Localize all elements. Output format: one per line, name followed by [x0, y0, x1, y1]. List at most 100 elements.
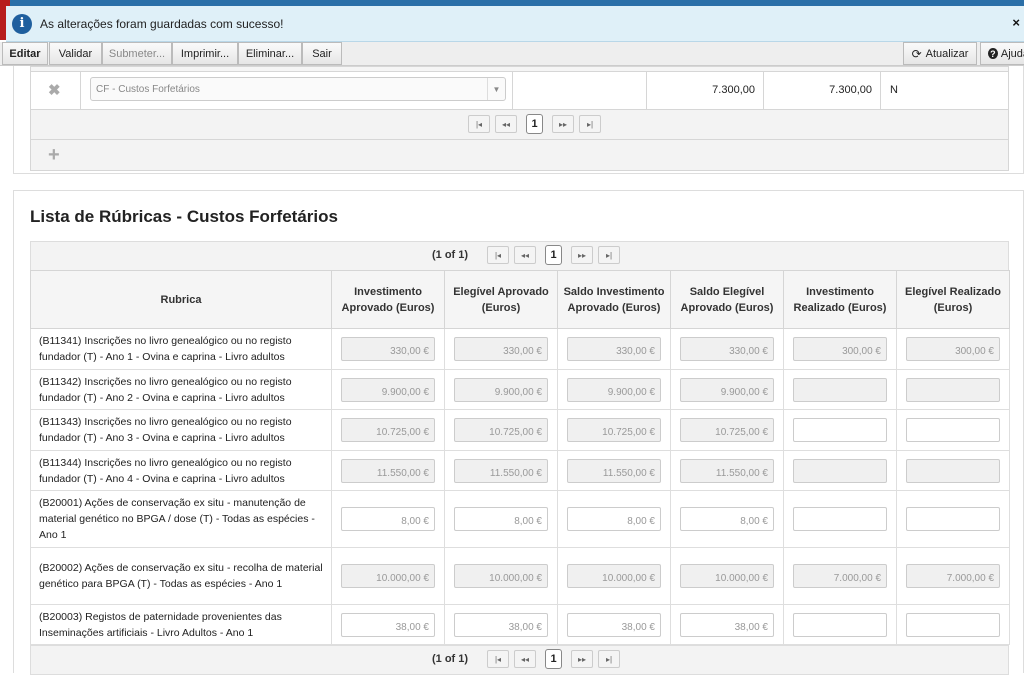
investimento-realizado-field[interactable]: [793, 458, 887, 483]
saldo-investimento-field: 9.900,00 €: [567, 377, 661, 402]
refresh-button[interactable]: ⟳ Atualizar: [903, 42, 977, 65]
last-page-button[interactable]: ▸|: [598, 246, 620, 264]
submit-button[interactable]: Submeter...: [102, 42, 172, 65]
first-page-button[interactable]: |◂: [468, 115, 490, 133]
column-header-elegivel-aprovado[interactable]: Elegível Aprovado (Euros): [444, 270, 558, 329]
rubrica-cell: (B20001) Ações de conservação ex situ - …: [30, 490, 332, 548]
help-label: Ajuda: [1000, 47, 1024, 60]
help-button[interactable]: ? Ajuda: [980, 42, 1024, 65]
first-page-button[interactable]: |◂: [487, 246, 509, 264]
current-page[interactable]: 1: [545, 245, 562, 265]
edit-button[interactable]: Editar: [2, 42, 48, 65]
saldo-investimento-field: 10.000,00 €: [567, 564, 661, 588]
add-icon[interactable]: +: [48, 144, 60, 167]
column-header-saldo-investimento[interactable]: Saldo Investimento Aprovado (Euros): [557, 270, 671, 329]
previous-page-button[interactable]: ◂◂: [495, 115, 517, 133]
investimento-aprovado-field: 330,00 €: [341, 337, 435, 361]
delete-row-icon[interactable]: ✖: [48, 81, 61, 99]
rubrica-cell: (B11343) Inscrições no livro genealógico…: [30, 409, 332, 451]
table-cell: [512, 71, 647, 110]
cost-type-select[interactable]: CF - Custos Forfetários ▼: [90, 77, 506, 101]
chevron-down-icon: ▼: [487, 78, 505, 100]
current-page[interactable]: 1: [545, 649, 562, 669]
current-page[interactable]: 1: [526, 114, 543, 134]
elegivel-realizado-field[interactable]: [906, 507, 1000, 531]
elegivel-realizado-field[interactable]: [906, 377, 1000, 402]
column-header-saldo-elegivel[interactable]: Saldo Elegível Aprovado (Euros): [670, 270, 784, 329]
table-row: (B20003) Registos de paternidade proveni…: [30, 604, 1010, 645]
investimento-realizado-field[interactable]: [793, 377, 887, 402]
notification-message: As alterações foram guardadas com sucess…: [40, 16, 284, 31]
first-page-button[interactable]: |◂: [487, 650, 509, 668]
refresh-label: Atualizar: [925, 47, 969, 60]
cost-type-select-value: CF - Custos Forfetários: [96, 84, 200, 95]
table-row: (B11342) Inscrições no livro genealógico…: [30, 369, 1010, 410]
next-page-button[interactable]: ▸▸: [571, 246, 593, 264]
previous-page-button[interactable]: ◂◂: [514, 650, 536, 668]
last-page-button[interactable]: ▸|: [598, 650, 620, 668]
elegivel-aprovado-field: 9.900,00 €: [454, 377, 548, 402]
print-button[interactable]: Imprimir...: [172, 42, 238, 65]
flag-value: N: [880, 71, 1009, 110]
refresh-icon: ⟳: [911, 46, 922, 61]
page-indicator: (1 of 1): [432, 249, 469, 261]
elegivel-aprovado-field: 38,00 €: [454, 612, 548, 637]
table-row: (B11341) Inscrições no livro genealógico…: [30, 328, 1010, 370]
rubrica-cell: (B20003) Registos de paternidade proveni…: [30, 604, 332, 645]
last-page-button[interactable]: ▸|: [579, 115, 601, 133]
investimento-realizado-field[interactable]: 7.000,00 €: [793, 564, 887, 588]
success-notification: i As alterações foram guardadas com suce…: [6, 6, 1024, 42]
elegivel-realizado-field[interactable]: [906, 418, 1000, 442]
saldo-investimento-field: 11.550,00 €: [567, 458, 661, 483]
saldo-investimento-field: 10.725,00 €: [567, 418, 661, 442]
investimento-aprovado-field: 11.550,00 €: [341, 458, 435, 483]
investimento-realizado-field[interactable]: 300,00 €: [793, 337, 887, 361]
previous-page-button[interactable]: ◂◂: [514, 246, 536, 264]
help-icon: ?: [988, 48, 998, 59]
rubrica-cell: (B11342) Inscrições no livro genealógico…: [30, 369, 332, 410]
column-header-rubrica[interactable]: Rubrica: [30, 270, 332, 329]
column-header-investimento-realizado[interactable]: Investimento Realizado (Euros): [783, 270, 897, 329]
table-row: (B11343) Inscrições no livro genealógico…: [30, 409, 1010, 451]
table-row: (B20002) Ações de conservação ex situ - …: [30, 547, 1010, 605]
rubricas-table: Rubrica Investimento Aprovado (Euros) El…: [30, 270, 1010, 645]
approved-value: 7.300,00: [646, 71, 764, 110]
close-notification-button[interactable]: ×: [1012, 15, 1020, 30]
elegivel-aprovado-field: 10.725,00 €: [454, 418, 548, 442]
exit-button[interactable]: Sair: [302, 42, 342, 65]
elegivel-realizado-field[interactable]: 7.000,00 €: [906, 564, 1000, 588]
next-page-button[interactable]: ▸▸: [552, 115, 574, 133]
elegivel-realizado-field[interactable]: 300,00 €: [906, 337, 1000, 361]
validate-button[interactable]: Validar: [49, 42, 102, 65]
investimento-realizado-field[interactable]: [793, 418, 887, 442]
section-title: Lista de Rúbricas - Custos Forfetários: [30, 207, 338, 226]
saldo-elegivel-field: 10.725,00 €: [680, 418, 774, 442]
rubrica-cell: (B11344) Inscrições no livro genealógico…: [30, 450, 332, 491]
investimento-realizado-field[interactable]: [793, 612, 887, 637]
investimento-aprovado-field: 8,00 €: [341, 507, 435, 531]
saldo-investimento-field: 330,00 €: [567, 337, 661, 361]
investimento-aprovado-field: 38,00 €: [341, 612, 435, 637]
column-header-investimento-aprovado[interactable]: Investimento Aprovado (Euros): [331, 270, 445, 329]
saldo-investimento-field: 8,00 €: [567, 507, 661, 531]
add-row-bar: [30, 139, 1009, 171]
table-header-row: Rubrica Investimento Aprovado (Euros) El…: [30, 270, 1010, 329]
toolbar: Editar Validar Submeter... Imprimir... E…: [0, 42, 1024, 66]
investimento-realizado-field[interactable]: [793, 507, 887, 531]
info-icon: i: [12, 13, 32, 34]
saldo-elegivel-field: 9.900,00 €: [680, 377, 774, 402]
table-row: (B11344) Inscrições no livro genealógico…: [30, 450, 1010, 491]
delete-button[interactable]: Eliminar...: [238, 42, 302, 65]
investimento-aprovado-field: 9.900,00 €: [341, 377, 435, 402]
elegivel-aprovado-field: 8,00 €: [454, 507, 548, 531]
saldo-elegivel-field: 8,00 €: [680, 507, 774, 531]
saldo-elegivel-field: 11.550,00 €: [680, 458, 774, 483]
saldo-elegivel-field: 38,00 €: [680, 612, 774, 637]
elegivel-realizado-field[interactable]: [906, 458, 1000, 483]
rubrica-cell: (B20002) Ações de conservação ex situ - …: [30, 547, 332, 605]
next-page-button[interactable]: ▸▸: [571, 650, 593, 668]
investimento-aprovado-field: 10.000,00 €: [341, 564, 435, 588]
elegivel-realizado-field[interactable]: [906, 612, 1000, 637]
page-indicator: (1 of 1): [432, 653, 469, 665]
column-header-elegivel-realizado[interactable]: Elegível Realizado (Euros): [896, 270, 1010, 329]
